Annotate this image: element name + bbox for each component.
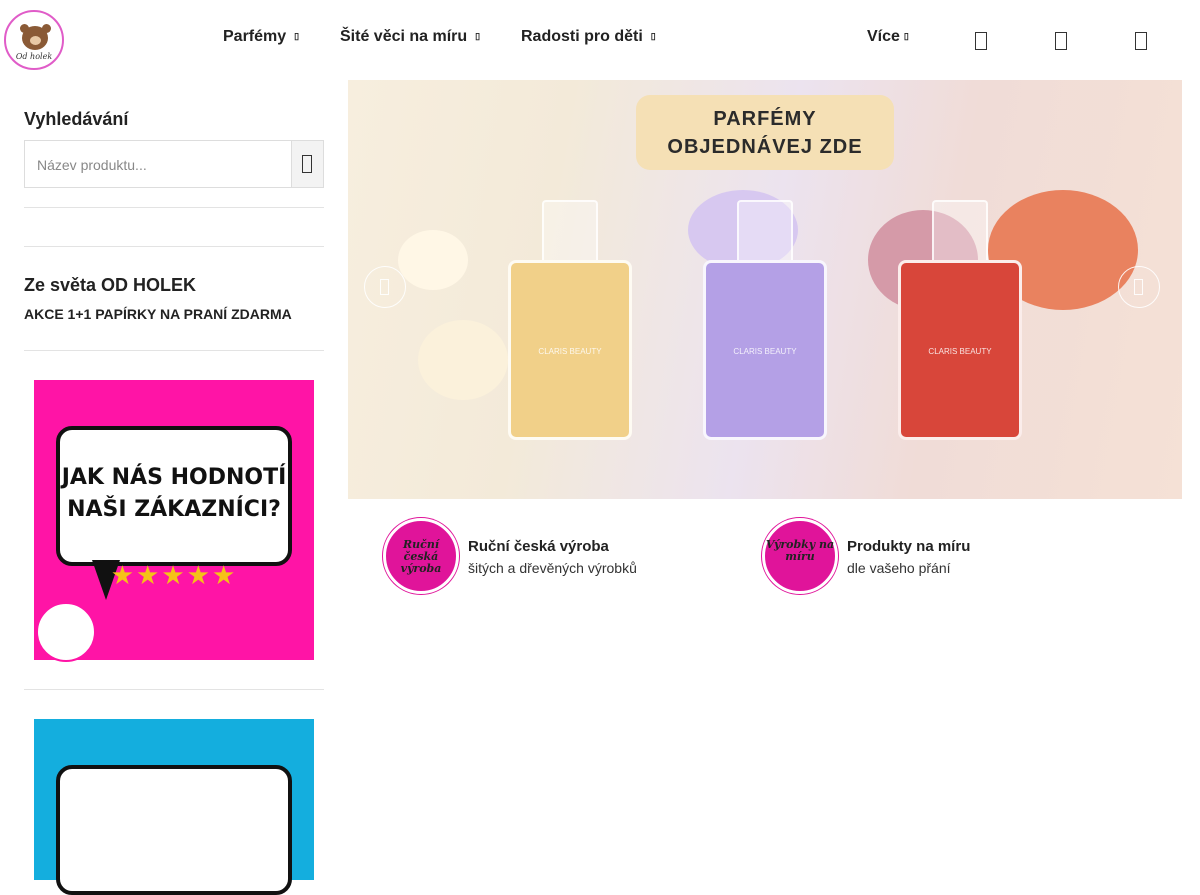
nav-label: Parfémy (223, 28, 287, 45)
search-input[interactable]: Název produktu... (37, 157, 147, 173)
search-form: Název produktu... (24, 140, 324, 188)
feature-subtitle: dle vašeho přání (847, 560, 951, 576)
chevron-down-icon: ▯ (903, 31, 909, 42)
perfume-bottle-red: CLARIS BEAUTY (898, 200, 1022, 440)
banner-text: JAK NÁS HODNOTÍ NAŠI ZÁKAZNÍCI? (60, 462, 288, 526)
bottle-body: CLARIS BEAUTY (508, 260, 632, 440)
chevron-down-icon: ▯ (294, 31, 300, 42)
divider (24, 207, 324, 208)
feature-title: Produkty na míru (847, 538, 971, 555)
custom-made-badge-icon: Výrobky na míru (762, 518, 838, 594)
site-header: Od holek Parfémy ▯ Šité věci na míru ▯ Rad… (0, 0, 1200, 80)
site-logo[interactable]: Od holek (4, 10, 64, 70)
divider (24, 246, 324, 247)
slider-prev-button[interactable] (364, 266, 406, 308)
nav-label: Šité věci na míru (340, 28, 468, 45)
handmade-badge-icon: Ruční česká výroba (383, 518, 459, 594)
hero-cta-line1: PARFÉMY (713, 108, 817, 130)
vanilla-flower-decoration (398, 230, 468, 290)
chevron-right-icon (1134, 279, 1143, 295)
chevron-down-icon: ▯ (650, 31, 656, 42)
badge-text: Výrobky na míru (765, 538, 835, 563)
divider (24, 350, 324, 351)
bottle-brand: CLARIS BEAUTY (538, 347, 602, 356)
search-heading: Vyhledávání (24, 109, 129, 129)
banner-text-line2: NAŠI ZÁKAZNÍCI? (67, 497, 281, 522)
speech-bubble: JAK NÁS HODNOTÍ NAŠI ZÁKAZNÍCI? (56, 426, 292, 566)
hero-cta-line2: OBJEDNÁVEJ ZDE (667, 136, 863, 158)
perfume-bottle-purple: CLARIS BEAUTY (703, 200, 827, 440)
rating-stars-icon: ★★★★★ (110, 560, 238, 590)
badge-text: Ruční česká výroba (400, 538, 442, 575)
blog-article-link[interactable]: AKCE 1+1 PAPÍRKY NA PRANÍ ZDARMA (24, 306, 292, 322)
search-button[interactable] (291, 141, 323, 187)
bottle-body: CLARIS BEAUTY (898, 260, 1022, 440)
bottle-brand: CLARIS BEAUTY (733, 347, 797, 356)
bottle-brand: CLARIS BEAUTY (928, 347, 992, 356)
chevron-down-icon: ▯ (475, 31, 481, 42)
flower-decoration (418, 320, 508, 400)
nav-item-site-veci[interactable]: Šité věci na míru ▯ (340, 28, 480, 46)
cart-icon[interactable] (1135, 32, 1147, 50)
search-icon (302, 155, 312, 173)
logo-bear-snout (30, 36, 41, 45)
bear-logo-icon (36, 602, 96, 662)
blog-heading: Ze světa OD HOLEK (24, 275, 197, 295)
slider-next-button[interactable] (1118, 266, 1160, 308)
bottle-cap (542, 200, 598, 264)
feature-title: Ruční česká výroba (468, 538, 609, 555)
bottle-cap (737, 200, 793, 264)
divider (24, 689, 324, 690)
nav-label: Více (867, 28, 900, 45)
speech-bubble (56, 765, 292, 895)
nav-item-vice[interactable]: Více ▯ (867, 28, 909, 46)
feature-subtitle: šitých a dřevěných výrobků (468, 560, 637, 576)
reviews-banner[interactable]: JAK NÁS HODNOTÍ NAŠI ZÁKAZNÍCI? ★★★★★ (34, 380, 314, 662)
feature-custom-made: Výrobky na míru Produkty na míru dle vaš… (762, 518, 1082, 594)
nav-label: Radosti pro děti (521, 28, 643, 45)
nav-item-parfemy[interactable]: Parfémy ▯ (223, 28, 299, 46)
search-icon[interactable] (975, 32, 987, 50)
user-icon[interactable] (1055, 32, 1067, 50)
banner-text-line1: JAK NÁS HODNOTÍ (61, 465, 287, 490)
hero-slider[interactable]: PARFÉMY OBJEDNÁVEJ ZDE CLARIS BEAUTY CLA… (348, 80, 1182, 499)
hero-cta-label[interactable]: PARFÉMY OBJEDNÁVEJ ZDE (636, 95, 894, 170)
chevron-left-icon (380, 279, 389, 295)
nav-item-radosti-pro-deti[interactable]: Radosti pro děti ▯ (521, 28, 656, 46)
logo-text: Od holek (15, 52, 53, 61)
perfume-bottle-gold: CLARIS BEAUTY (508, 200, 632, 440)
bottle-body: CLARIS BEAUTY (703, 260, 827, 440)
bottle-cap (932, 200, 988, 264)
feature-handmade: Ruční česká výroba Ruční česká výroba ši… (383, 518, 703, 594)
